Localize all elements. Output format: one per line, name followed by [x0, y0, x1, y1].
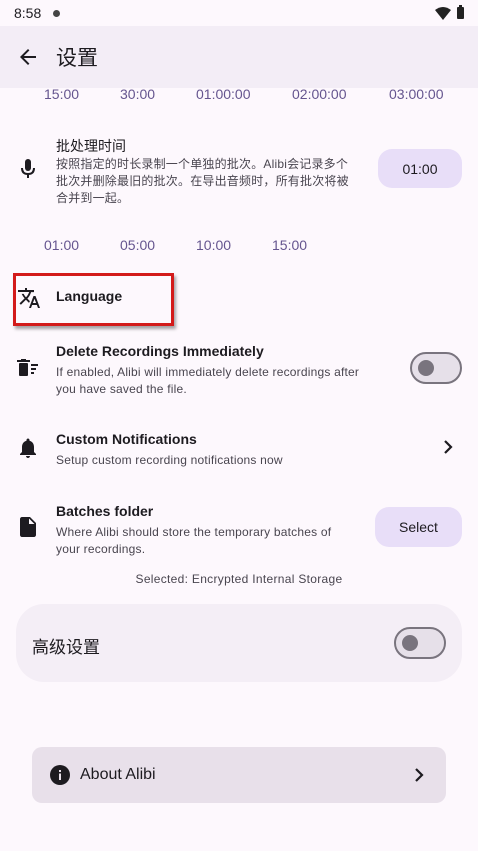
setting-title: 批处理时间 — [56, 138, 126, 154]
setting-description: you have saved the file. — [56, 382, 187, 396]
setting-description: Setup custom recording notifications now — [56, 453, 283, 467]
toggle-thumb — [402, 635, 418, 651]
microphone-icon — [17, 158, 39, 180]
status-icons — [435, 5, 464, 20]
setting-custom-notifications[interactable]: Custom Notifications Setup custom record… — [0, 430, 478, 470]
batch-time-options: 01:00 05:00 10:00 15:00 — [0, 237, 478, 257]
setting-title: Delete Recordings Immediately — [56, 343, 264, 359]
status-bar: 8:58 — [0, 0, 478, 26]
max-duration-options: 15:00 30:00 01:00:00 02:00:00 03:00:00 — [0, 86, 478, 106]
page-title: 设置 — [56, 47, 98, 70]
batch-option[interactable]: 10:00 — [196, 237, 231, 253]
setting-title: Custom Notifications — [56, 431, 197, 447]
duration-option[interactable]: 02:00:00 — [292, 86, 347, 102]
advanced-settings-label: 高级设置 — [32, 638, 100, 657]
app-bar: 设置 — [0, 26, 478, 88]
about-button[interactable]: About Alibi — [32, 747, 446, 803]
setting-description: 按照指定的时长录制一个单独的批次。Alibi会记录多个 — [56, 157, 349, 171]
setting-description: Where Alibi should store the temporary b… — [56, 525, 332, 539]
setting-description: your recordings. — [56, 542, 146, 556]
notification-dot-icon — [53, 9, 61, 17]
status-time: 8:58 — [14, 5, 42, 21]
delete-recordings-toggle[interactable] — [410, 352, 462, 384]
select-folder-button[interactable]: Select — [375, 507, 462, 547]
batch-option[interactable]: 05:00 — [120, 237, 155, 253]
file-icon — [17, 516, 39, 538]
selected-storage-text: Selected: Encrypted Internal Storage — [135, 572, 343, 586]
highlight-annotation — [13, 273, 174, 326]
advanced-settings-toggle[interactable] — [394, 627, 446, 659]
wifi-icon — [435, 6, 451, 20]
duration-option[interactable]: 03:00:00 — [389, 86, 444, 102]
setting-title: Batches folder — [56, 503, 154, 519]
back-button[interactable] — [0, 26, 56, 88]
duration-option[interactable]: 15:00 — [44, 86, 79, 102]
setting-description: 批次并删除最旧的批次。在导出音频时，所有批次将被 — [56, 174, 349, 188]
batch-time-button[interactable]: 01:00 — [378, 149, 462, 188]
setting-delete-recordings: Delete Recordings Immediately If enabled… — [0, 342, 478, 398]
setting-description: 合并到一起。 — [56, 191, 130, 205]
chevron-right-icon — [414, 768, 424, 787]
setting-description: If enabled, Alibi will immediately delet… — [56, 365, 360, 379]
duration-option[interactable]: 01:00:00 — [196, 86, 251, 102]
toggle-thumb — [418, 360, 434, 376]
delete-sweep-icon — [17, 357, 39, 379]
duration-option[interactable]: 30:00 — [120, 86, 155, 102]
battery-icon — [457, 5, 464, 19]
arrow-back-icon — [20, 49, 36, 65]
bell-icon — [17, 437, 39, 459]
advanced-settings-card[interactable]: 高级设置 — [16, 604, 462, 682]
batch-option[interactable]: 01:00 — [44, 237, 79, 253]
about-label: About Alibi — [80, 766, 156, 783]
batch-option[interactable]: 15:00 — [272, 237, 307, 253]
info-icon — [50, 765, 70, 790]
chevron-right-icon — [443, 440, 453, 459]
